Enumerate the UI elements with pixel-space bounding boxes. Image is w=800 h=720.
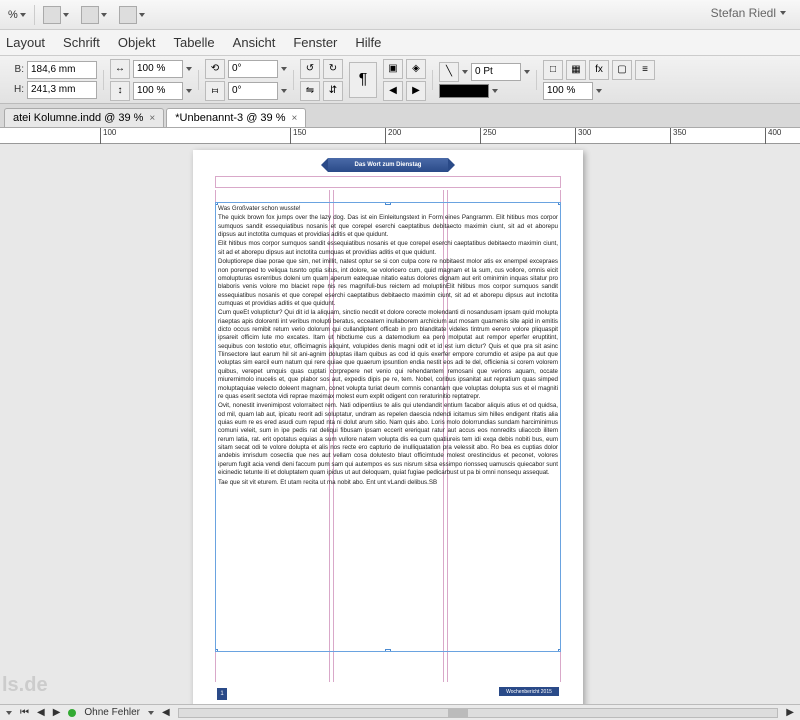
view-mode-1[interactable]: [39, 4, 73, 26]
wrap-icon[interactable]: ▦: [566, 60, 586, 80]
story-title: Was Großvater schon wusste!: [218, 205, 558, 213]
rotate-ccw-icon[interactable]: ↺: [300, 59, 320, 79]
select-container-icon[interactable]: ▣: [383, 59, 403, 79]
stroke-weight-input[interactable]: [471, 63, 521, 81]
page-number: 1: [217, 688, 227, 700]
ruler-tick: 200: [385, 128, 401, 144]
ruler-tick: 400: [765, 128, 781, 144]
shear-input[interactable]: [228, 82, 278, 100]
control-panel: B: H: ↔ ↕ ⟲ ⧦ ↺ ↻ ⇋ ⇵ ¶ ▣◈ ◀▶ ╲ □ ▦ fx: [0, 56, 800, 104]
frame-handle[interactable]: [215, 649, 218, 652]
height-label: H:: [6, 84, 24, 95]
nav-next-icon[interactable]: ▶: [53, 707, 61, 718]
menu-schrift[interactable]: Schrift: [63, 35, 100, 50]
rotate-icon: ⟲: [205, 59, 225, 79]
corner-icon[interactable]: ▢: [612, 60, 632, 80]
menu-bar: Layout Schrift Objekt Tabelle Ansicht Fe…: [0, 30, 800, 56]
close-icon[interactable]: ×: [149, 113, 155, 124]
menu-objekt[interactable]: Objekt: [118, 35, 156, 50]
tab-kolumne[interactable]: atei Kolumne.indd @ 39 %×: [4, 108, 164, 127]
story-p4: Cum queEt voluptictur? Qui dit id la ali…: [218, 309, 558, 401]
panel-menu-icon[interactable]: ≡: [635, 60, 655, 80]
story-p6: Tae que sit vit eturem. Et utam recita u…: [218, 479, 558, 487]
ruler-tick: 350: [670, 128, 686, 144]
text-frame[interactable]: Was Großvater schon wusste! The quick br…: [215, 202, 561, 652]
top-toolbar: % Stefan Riedl: [0, 0, 800, 30]
stroke-icon: ╲: [439, 62, 459, 82]
document-tabs: atei Kolumne.indd @ 39 %× *Unbenannt-3 @…: [0, 104, 800, 128]
scroll-left-icon[interactable]: ◀: [162, 707, 170, 718]
preflight-ok-icon: [68, 709, 76, 717]
stroke-style-swatch[interactable]: [439, 84, 489, 98]
menu-fenster[interactable]: Fenster: [293, 35, 337, 50]
paragraph-icon[interactable]: ¶: [349, 62, 377, 98]
preflight-status[interactable]: Ohne Fehler: [84, 707, 140, 718]
menu-layout[interactable]: Layout: [6, 35, 45, 50]
horizontal-ruler[interactable]: 100 150 200 250 300 350 400: [0, 128, 800, 144]
view-mode-3[interactable]: [115, 4, 149, 26]
document-canvas[interactable]: ls.de Das Wort zum Dienstag Was Großvate…: [0, 144, 800, 704]
shear-icon: ⧦: [205, 81, 225, 101]
view-mode-2[interactable]: [77, 4, 111, 26]
horizontal-scrollbar[interactable]: [178, 708, 779, 718]
flip-v-icon[interactable]: ⇵: [323, 81, 343, 101]
ruler-tick: 150: [290, 128, 306, 144]
story-p1: The quick brown fox jumps over the lazy …: [218, 214, 558, 239]
menu-hilfe[interactable]: Hilfe: [355, 35, 381, 50]
rotation-input[interactable]: [228, 60, 278, 78]
opacity-input[interactable]: [543, 82, 593, 100]
page-footer-banner: Wochenbericht 2015: [499, 687, 559, 696]
tab-unbenannt[interactable]: *Unbenannt-3 @ 39 %×: [166, 108, 306, 127]
scrollbar-thumb[interactable]: [448, 709, 468, 717]
page-header-banner: Das Wort zum Dienstag: [328, 158, 448, 172]
ruler-tick: 100: [100, 128, 116, 144]
story-p5: Ovit, nonestit invenimipost volorraitect…: [218, 402, 558, 477]
nav-first-icon[interactable]: ⏮: [20, 707, 29, 718]
page[interactable]: Das Wort zum Dienstag Was Großvater scho…: [193, 150, 583, 704]
status-bar: ⏮ ◀ ▶ Ohne Fehler ◀ ▶: [0, 704, 800, 720]
scale-y-input[interactable]: [133, 82, 183, 100]
scale-x-icon: ↔: [110, 59, 130, 79]
width-input[interactable]: [27, 61, 97, 79]
close-icon[interactable]: ×: [292, 113, 298, 124]
story-p3: Doluptiorepe diae porae que sim, net imi…: [218, 258, 558, 308]
ruler-tick: 300: [575, 128, 591, 144]
zoom-dropdown[interactable]: %: [4, 7, 30, 23]
scroll-right-icon[interactable]: ▶: [786, 707, 794, 718]
ruler-tick: 250: [480, 128, 496, 144]
fx-icon[interactable]: fx: [589, 60, 609, 80]
menu-ansicht[interactable]: Ansicht: [233, 35, 276, 50]
story-p2: Elit hitibus mos corpor sumquos sandit e…: [218, 240, 558, 257]
select-content-icon[interactable]: ◈: [406, 59, 426, 79]
width-label: B:: [6, 64, 24, 75]
select-prev-icon[interactable]: ◀: [383, 81, 403, 101]
page-nav-dropdown[interactable]: [6, 711, 12, 715]
scale-x-input[interactable]: [133, 60, 183, 78]
margin-guide: [215, 176, 561, 188]
rotate-cw-icon[interactable]: ↻: [323, 59, 343, 79]
nav-prev-icon[interactable]: ◀: [37, 707, 45, 718]
frame-handle[interactable]: [558, 649, 561, 652]
flip-h-icon[interactable]: ⇋: [300, 81, 320, 101]
frame-handle[interactable]: [385, 202, 391, 205]
frame-handle[interactable]: [558, 202, 561, 205]
frame-handle[interactable]: [385, 649, 391, 652]
select-next-icon[interactable]: ▶: [406, 81, 426, 101]
user-menu[interactable]: Stefan Riedl: [711, 6, 786, 20]
effects-icon[interactable]: □: [543, 60, 563, 80]
height-input[interactable]: [27, 81, 97, 99]
frame-handle[interactable]: [215, 202, 218, 205]
menu-tabelle[interactable]: Tabelle: [173, 35, 214, 50]
scale-y-icon: ↕: [110, 81, 130, 101]
watermark: ls.de: [2, 674, 48, 697]
